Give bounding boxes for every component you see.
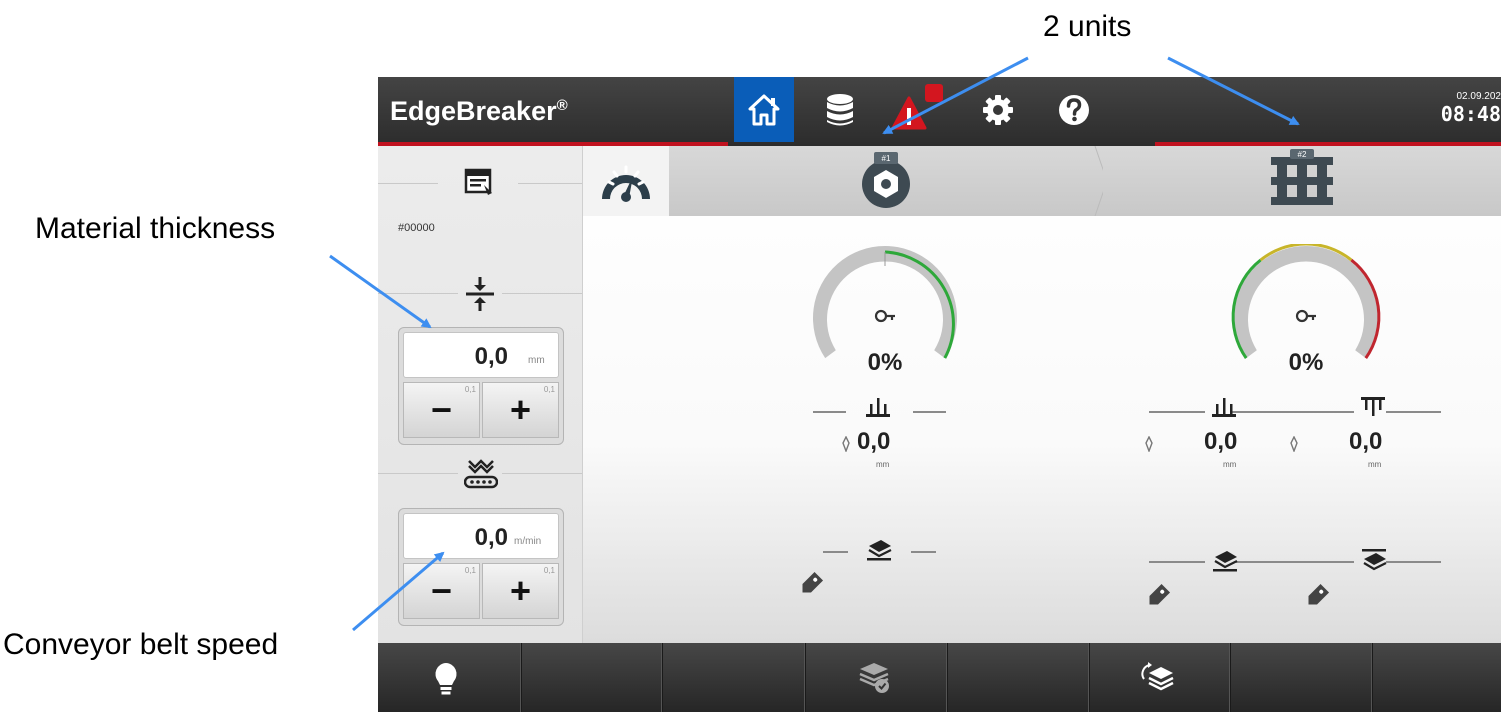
svg-text:#2: #2	[1298, 150, 1307, 159]
speed-control: 0,0 m/min 0,1 − 0,1 +	[398, 508, 564, 626]
unit-2-sheet-bottom-icon	[1213, 551, 1238, 572]
unit-2-tag-icon-1[interactable]	[1144, 582, 1172, 610]
thickness-minus-button[interactable]: 0,1 −	[403, 382, 480, 438]
thickness-plus-button[interactable]: 0,1 +	[482, 382, 559, 438]
unit-2-measure-value-2: 0,0	[1349, 428, 1383, 455]
unit-1-sheet-icon	[867, 540, 892, 561]
unit-1-measure-unit: mm	[876, 460, 890, 469]
thickness-value: 0,0	[474, 343, 508, 370]
unit-2-measure-unit-2: mm	[1368, 460, 1382, 469]
tab-dashboard[interactable]	[583, 146, 669, 216]
main-area: #1 #2 0% 0,0 mm 0% 0,0 mm 0,0 mm	[583, 146, 1501, 643]
speed-unit: m/min	[514, 536, 542, 547]
annotation-units: 2 units	[1043, 10, 1132, 43]
tab-unit-2[interactable]: #2	[1103, 146, 1501, 216]
unit-tabs: #1 #2	[583, 146, 1501, 216]
unit-1-load-percent: 0%	[867, 349, 903, 376]
bottom-bar	[378, 643, 1501, 712]
thickness-unit: mm	[528, 355, 545, 366]
unit-1-pressure-icon	[866, 398, 890, 417]
annotation-conveyor-belt-speed: Conveyor belt speed	[3, 628, 279, 661]
top-bar: EdgeBreaker® 02.09.202 08:48	[378, 77, 1501, 146]
machine-screen: EdgeBreaker® 02.09.202 08:48 #00000 0,0 …	[378, 77, 1501, 712]
recipe-icon[interactable]	[464, 168, 494, 196]
nav-home-button[interactable]	[734, 77, 794, 142]
unit-1-measure-value: 0,0	[857, 428, 891, 455]
speed-minus-button[interactable]: 0,1 −	[403, 563, 480, 619]
unit-2-adjust-icon-2[interactable]	[1289, 436, 1299, 452]
light-button[interactable]	[378, 643, 522, 712]
sheet-swap-icon	[1141, 662, 1174, 691]
help-icon	[1059, 94, 1089, 125]
unit-2-tag-icon-2[interactable]	[1303, 582, 1331, 610]
nav-settings-button[interactable]	[968, 77, 1028, 142]
unit-1-icon: #1	[862, 152, 910, 208]
bottom-slot-8	[1372, 643, 1501, 712]
speedometer-icon	[602, 165, 650, 202]
lightbulb-icon	[435, 663, 457, 695]
unit-2-sheet-top-icon	[1362, 549, 1387, 571]
annotation-material-thickness: Material thickness	[35, 212, 276, 245]
sheet-swap-button[interactable]	[1089, 643, 1231, 712]
speed-value: 0,0	[474, 524, 508, 551]
bottom-slot-2	[521, 643, 663, 712]
nav-help-button[interactable]	[1044, 77, 1104, 142]
time-display: 08:48	[1440, 102, 1501, 126]
unit-1-adjust-icon[interactable]	[841, 436, 851, 452]
left-panel: #00000 0,0 mm 0,1 − 0,1 + 0,0 m/min 0,1 …	[378, 146, 583, 643]
nav-alarm-button[interactable]	[888, 77, 948, 142]
date-display: 02.09.202	[1456, 91, 1501, 102]
unit-2-top-pressure-icon	[1361, 397, 1385, 416]
bottom-slot-7	[1230, 643, 1373, 712]
recipe-number: #00000	[398, 222, 435, 234]
alarm-icon	[891, 83, 943, 129]
unit-1-tag-icon[interactable]	[797, 570, 825, 598]
bottom-slot-5	[947, 643, 1090, 712]
app-title: EdgeBreaker®	[390, 96, 568, 126]
thickness-field[interactable]: 0,0 mm	[403, 332, 559, 378]
database-icon	[827, 93, 853, 125]
unit-2-measure-unit-1: mm	[1223, 460, 1237, 469]
bottom-slot-3	[662, 643, 806, 712]
clock: 02.09.202 08:48	[1441, 91, 1501, 126]
unit-2-measure-value-1: 0,0	[1204, 428, 1238, 455]
thickness-control: 0,0 mm 0,1 − 0,1 +	[398, 327, 564, 445]
speed-plus-button[interactable]: 0,1 +	[482, 563, 559, 619]
svg-text:#1: #1	[882, 154, 891, 163]
home-icon	[748, 94, 780, 125]
nav-database-button[interactable]	[810, 77, 870, 142]
sheet-check-icon	[859, 663, 889, 693]
unit-2-load-percent: 0%	[1288, 349, 1324, 376]
unit-2-pressure-icon	[1212, 398, 1236, 417]
unit-2-adjust-icon-1[interactable]	[1144, 436, 1154, 452]
conveyor-belt-icon	[464, 459, 498, 489]
thickness-icon	[466, 277, 494, 311]
unit-2-icon: #2	[1271, 149, 1333, 205]
tab-unit-1[interactable]: #1	[669, 146, 1103, 216]
speed-field[interactable]: 0,0 m/min	[403, 513, 559, 559]
settings-icon	[983, 94, 1013, 125]
sheet-check-button[interactable]	[805, 643, 948, 712]
